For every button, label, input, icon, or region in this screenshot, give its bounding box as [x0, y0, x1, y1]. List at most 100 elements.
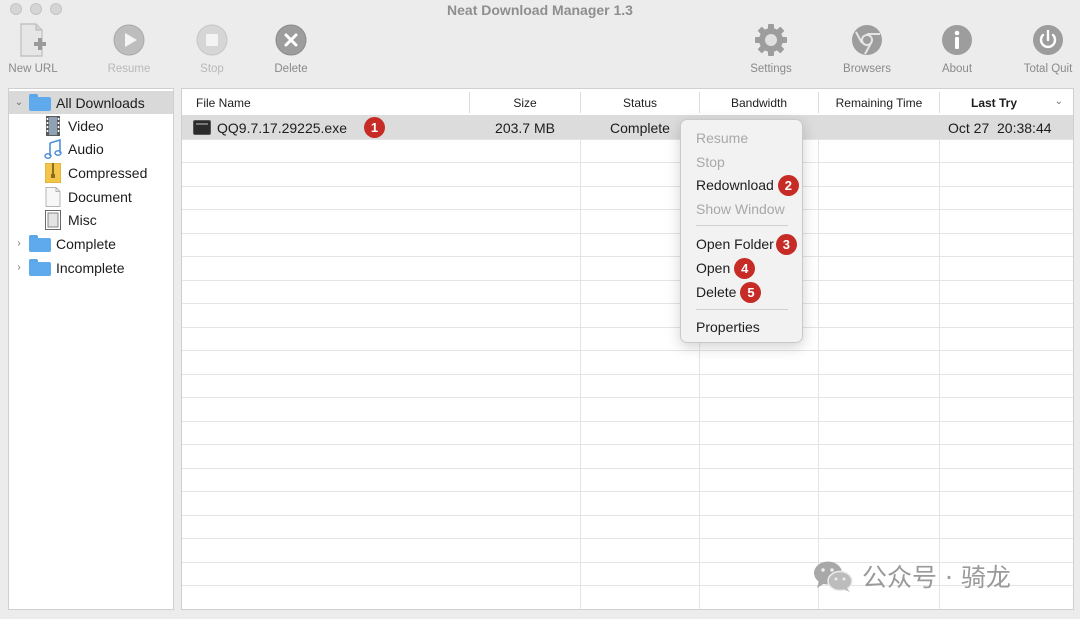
column-header-remaining-time[interactable]: Remaining Time	[819, 89, 939, 116]
music-note-icon	[44, 138, 62, 159]
remaining-time-cell	[819, 116, 939, 139]
browser-icon	[849, 22, 885, 58]
total-quit-button[interactable]: Total Quit	[1008, 22, 1080, 75]
menu-item-delete[interactable]: Delete 5	[696, 281, 762, 303]
menu-item-stop[interactable]: Stop	[696, 151, 725, 173]
sidebar-item-label: Complete	[56, 235, 116, 252]
downloads-table: File Name Size Status Bandwidth Remainin…	[181, 88, 1074, 610]
menu-item-resume[interactable]: Resume	[696, 127, 748, 149]
annotation-badge-1: 1	[364, 117, 385, 138]
sidebar-item-all-downloads[interactable]: ⌄ All Downloads	[9, 91, 173, 114]
sidebar-item-complete[interactable]: › Complete	[9, 232, 173, 255]
file-name-text: QQ9.7.17.29225.exe	[217, 119, 347, 136]
sidebar: ⌄ All Downloads Video Audio Compressed D…	[8, 88, 174, 610]
archive-icon	[44, 162, 62, 183]
menu-item-redownload[interactable]: Redownload 2	[696, 174, 799, 196]
annotation-badge-2: 2	[777, 174, 799, 196]
sidebar-item-video[interactable]: Video	[9, 114, 173, 137]
toolbar: New URL Resume Stop Delete Settings Brow…	[0, 22, 1080, 80]
empty-table-row	[182, 163, 1073, 187]
empty-table-row	[182, 304, 1073, 328]
chevron-right-icon[interactable]: ›	[13, 238, 25, 249]
annotation-badge-4: 4	[734, 257, 756, 279]
misc-file-icon	[44, 209, 62, 230]
play-icon	[111, 22, 147, 58]
sidebar-item-label: Document	[68, 188, 132, 205]
column-header-bandwidth[interactable]: Bandwidth	[700, 89, 818, 116]
gear-icon	[753, 22, 789, 58]
column-header-file-name[interactable]: File Name	[196, 89, 466, 116]
resume-button[interactable]: Resume	[89, 22, 169, 75]
column-header-last-try[interactable]: Last Try	[940, 89, 1048, 116]
menu-item-properties[interactable]: Properties	[696, 316, 760, 338]
menu-item-label: Redownload	[696, 177, 774, 193]
empty-table-row	[182, 351, 1073, 375]
size-cell: 203.7 MB	[495, 119, 555, 136]
about-label: About	[941, 63, 973, 75]
empty-table-row	[182, 516, 1073, 539]
sidebar-item-audio[interactable]: Audio	[9, 137, 173, 160]
film-icon	[44, 115, 62, 136]
close-window-button[interactable]	[10, 3, 22, 15]
sort-chevron-icon[interactable]: ⌄	[1055, 96, 1063, 107]
empty-table-row	[182, 375, 1073, 398]
delete-label: Delete	[274, 63, 308, 75]
stop-button[interactable]: Stop	[172, 22, 252, 75]
watermark: 公众号 · 骑龙	[812, 558, 1011, 594]
empty-table-row	[182, 492, 1073, 516]
chevron-down-icon[interactable]: ⌄	[13, 97, 25, 108]
menu-item-open[interactable]: Open 4	[696, 257, 756, 279]
sidebar-item-label: Audio	[68, 140, 104, 157]
sidebar-item-label: Video	[68, 117, 104, 134]
power-icon	[1030, 22, 1066, 58]
menu-item-label: Open	[696, 260, 731, 276]
exe-file-icon	[193, 120, 211, 135]
window-controls	[10, 3, 62, 15]
empty-table-row	[182, 140, 1073, 163]
empty-table-row	[182, 281, 1073, 304]
delete-button[interactable]: Delete	[251, 22, 331, 75]
annotation-badge-5: 5	[740, 281, 762, 303]
sidebar-item-label: All Downloads	[56, 94, 145, 111]
sidebar-item-label: Compressed	[68, 164, 148, 181]
empty-table-row	[182, 234, 1073, 257]
menu-item-show-window[interactable]: Show Window	[696, 198, 785, 220]
resume-label: Resume	[107, 63, 151, 75]
settings-label: Settings	[750, 63, 792, 75]
minimize-window-button[interactable]	[30, 3, 42, 15]
chevron-right-icon[interactable]: ›	[13, 262, 25, 273]
zoom-window-button[interactable]	[50, 3, 62, 15]
table-header: File Name Size Status Bandwidth Remainin…	[182, 89, 1073, 116]
table-row[interactable]: QQ9.7.17.29225.exe 1 203.7 MB Complete O…	[182, 116, 1073, 140]
sidebar-item-label: Incomplete	[56, 259, 125, 276]
folder-icon	[29, 94, 51, 111]
browsers-button[interactable]: Browsers	[827, 22, 907, 75]
document-icon	[44, 186, 62, 207]
settings-button[interactable]: Settings	[731, 22, 811, 75]
window-title: Neat Download Manager 1.3	[447, 2, 633, 18]
menu-separator	[696, 309, 788, 310]
stop-icon	[194, 22, 230, 58]
empty-table-row	[182, 210, 1073, 234]
empty-table-row	[182, 257, 1073, 281]
sidebar-item-misc[interactable]: Misc	[9, 208, 173, 231]
file-name-cell: QQ9.7.17.29225.exe 1	[193, 116, 463, 139]
empty-table-row	[182, 187, 1073, 210]
empty-table-row	[182, 328, 1073, 351]
total-quit-label: Total Quit	[1023, 63, 1073, 75]
column-header-size[interactable]: Size	[470, 89, 580, 116]
folder-icon	[29, 235, 51, 252]
about-button[interactable]: About	[917, 22, 997, 75]
menu-separator	[696, 225, 788, 226]
sidebar-item-document[interactable]: Document	[9, 185, 173, 208]
new-url-icon	[15, 22, 51, 58]
sidebar-item-incomplete[interactable]: › Incomplete	[9, 256, 173, 279]
info-icon	[939, 22, 975, 58]
menu-item-label: Open Folder	[696, 236, 774, 252]
empty-table-row	[182, 398, 1073, 422]
sidebar-item-compressed[interactable]: Compressed	[9, 161, 173, 184]
menu-item-open-folder[interactable]: Open Folder 3	[696, 233, 797, 255]
new-url-button[interactable]: New URL	[0, 22, 73, 75]
context-menu: Resume Stop Redownload 2 Show Window Ope…	[680, 119, 803, 343]
column-header-status[interactable]: Status	[581, 89, 699, 116]
